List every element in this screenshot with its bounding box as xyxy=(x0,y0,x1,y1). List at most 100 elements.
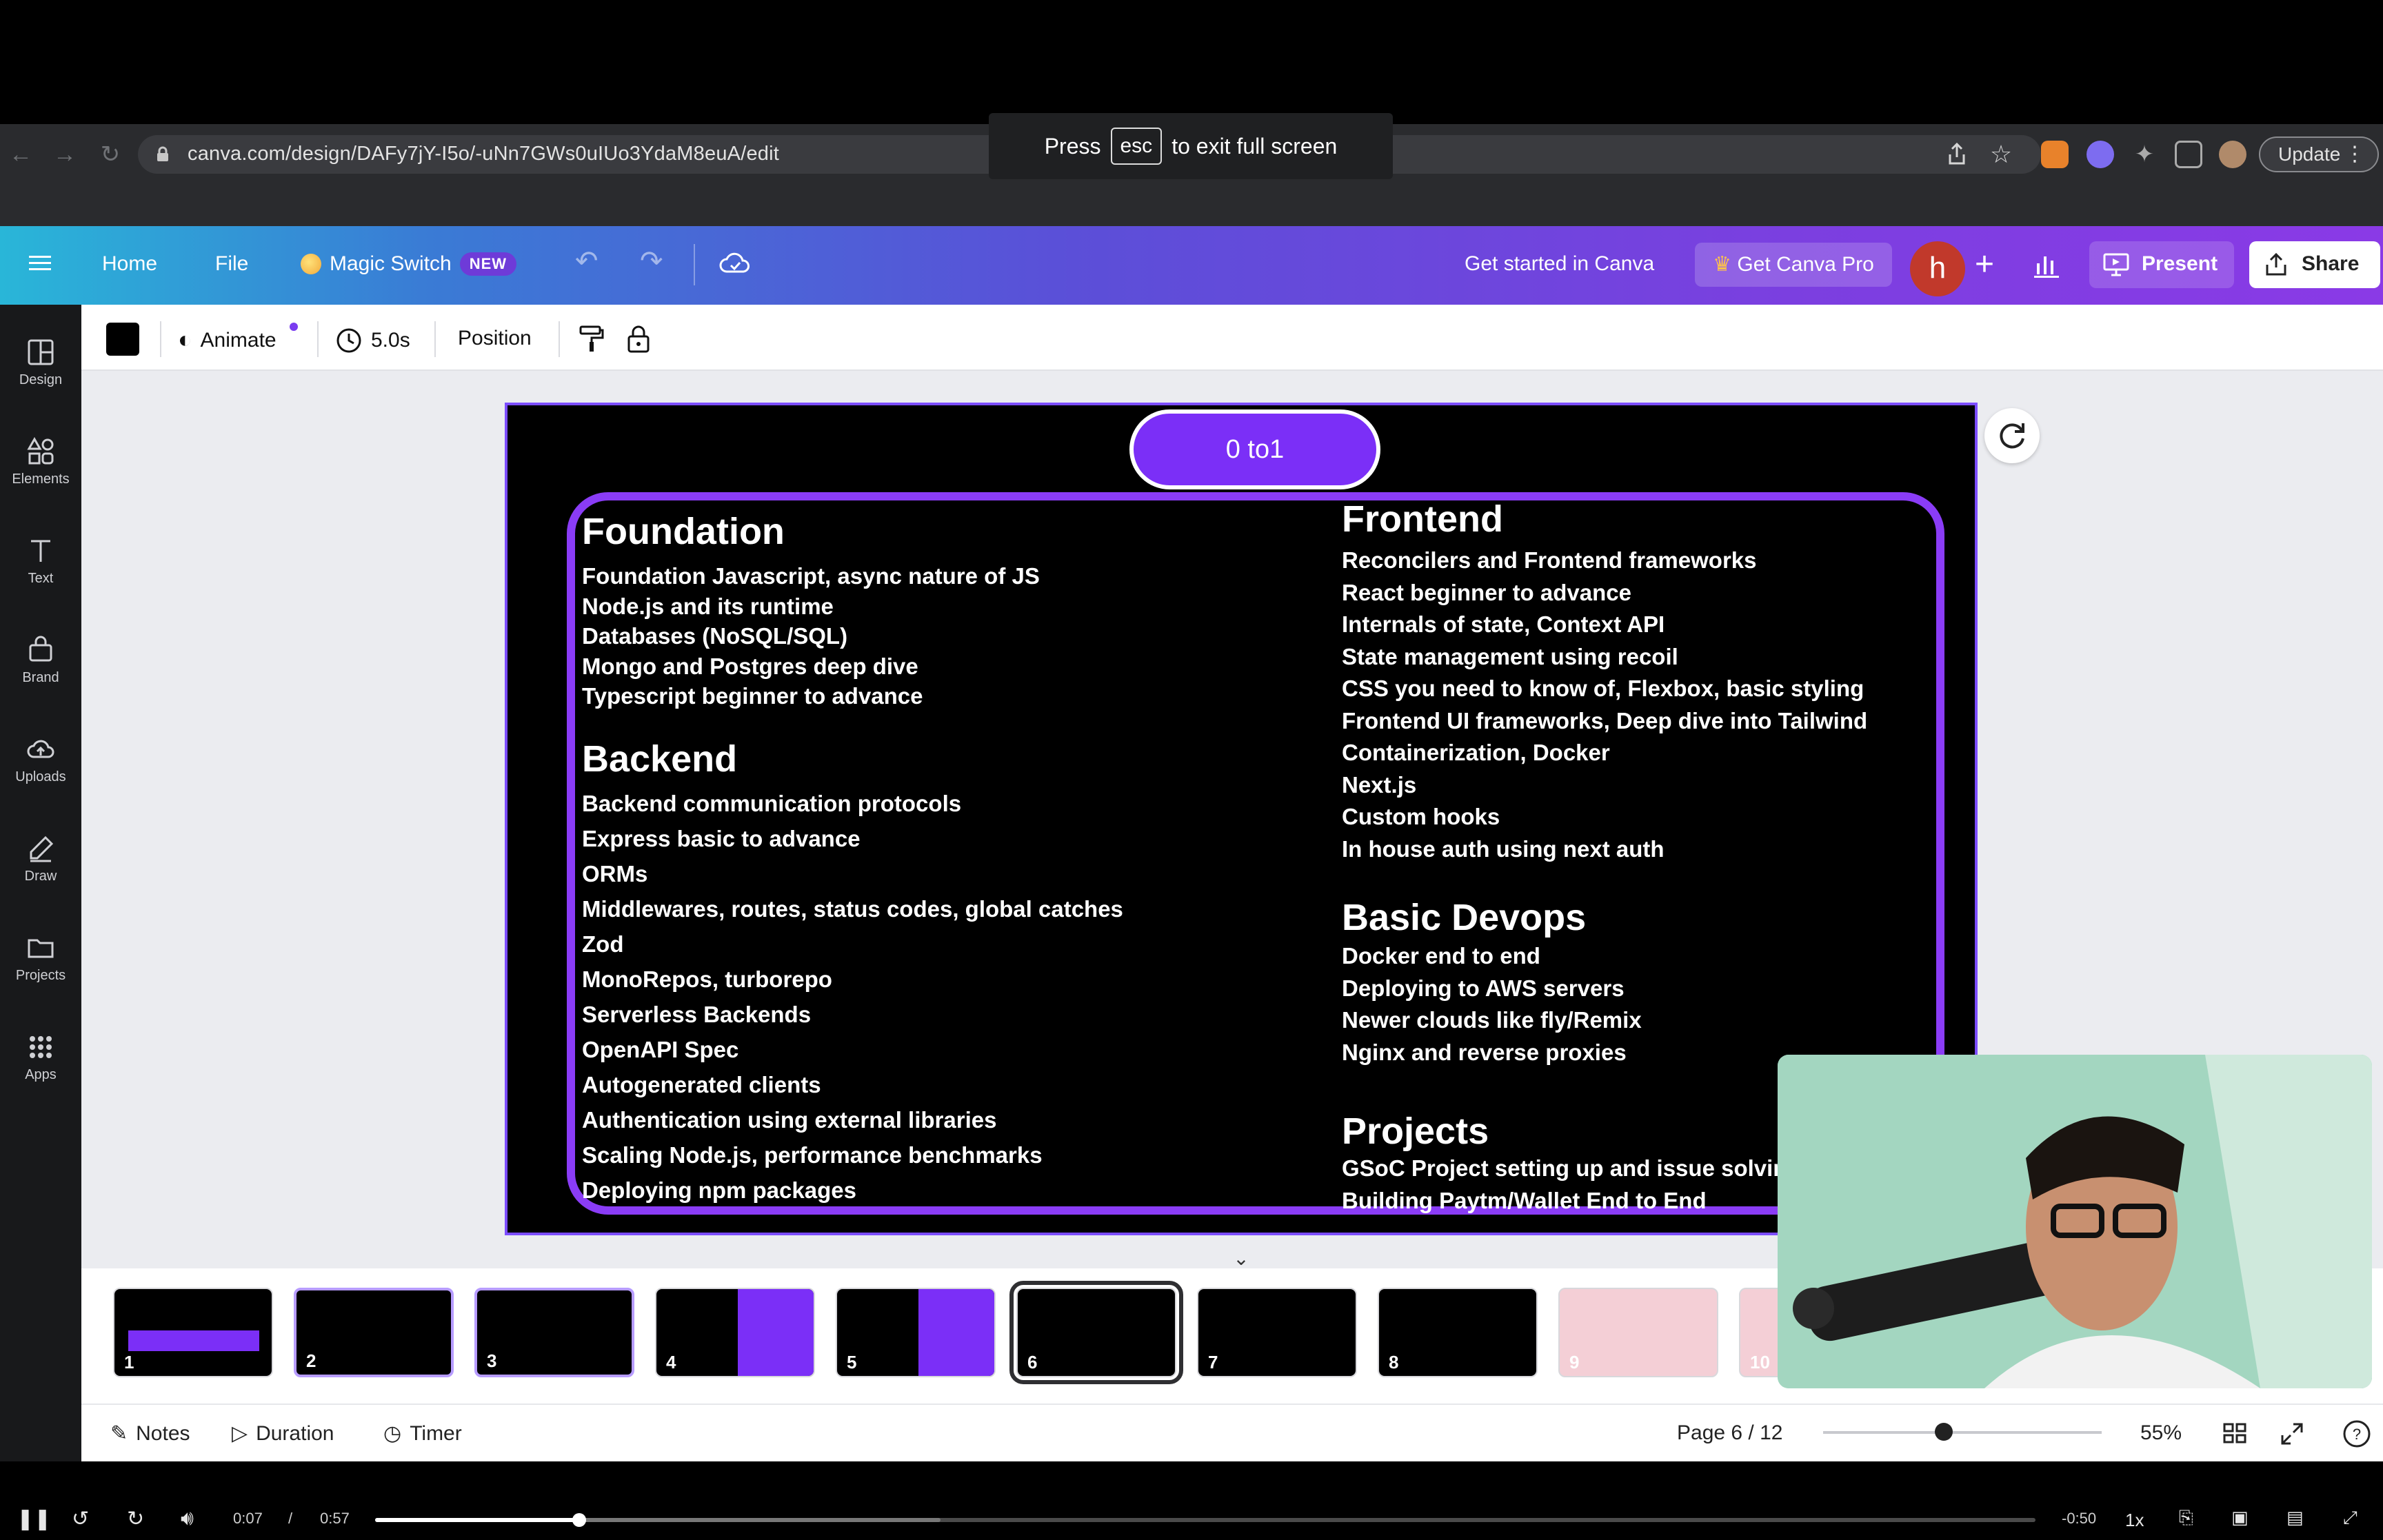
foundation-item: Mongo and Postgres deep dive xyxy=(582,653,918,679)
page-thumbnail[interactable]: 9 xyxy=(1558,1288,1718,1377)
metamask-extension-icon[interactable] xyxy=(2041,141,2069,168)
sidebar-item-uploads[interactable]: Uploads xyxy=(0,721,81,804)
file-menu[interactable]: File xyxy=(215,252,248,276)
rewind-icon[interactable]: ↺ xyxy=(72,1507,89,1531)
page-thumbnail[interactable]: 8 xyxy=(1378,1288,1538,1377)
sidebar-label: Text xyxy=(28,571,54,586)
page-thumbnail[interactable]: 1 xyxy=(113,1288,273,1377)
page-thumbnail[interactable]: 7 xyxy=(1197,1288,1357,1377)
undo-icon[interactable]: ↶ xyxy=(575,245,599,277)
seek-progress xyxy=(375,1518,580,1522)
thumbnail-number: 4 xyxy=(666,1352,676,1372)
playback-speed[interactable]: 1x xyxy=(2125,1510,2144,1531)
side-panel-icon[interactable] xyxy=(2175,141,2202,168)
backend-item: Deploying npm packages xyxy=(582,1177,856,1203)
notes-button[interactable]: ✎ Notes xyxy=(110,1421,190,1446)
zoom-slider-track[interactable] xyxy=(1823,1431,2102,1434)
more-menu-icon[interactable]: ⋮ xyxy=(2344,138,2365,171)
sidebar-item-elements[interactable]: Elements xyxy=(0,423,81,506)
backend-title: Backend xyxy=(582,738,738,780)
bookmark-star-icon[interactable]: ☆ xyxy=(1987,141,2015,168)
volume-icon[interactable]: 🔊︎ xyxy=(181,1507,194,1530)
animate-button[interactable]: ◐ Animate xyxy=(178,327,276,354)
page-thumbnail[interactable]: 2 xyxy=(294,1288,454,1377)
svg-text:?: ? xyxy=(2353,1426,2361,1443)
redo-icon[interactable]: ↷ xyxy=(640,245,663,277)
page-thumbnail[interactable]: 6 xyxy=(1009,1281,1183,1384)
rotate-arrow-icon xyxy=(2000,423,2024,449)
color-swatch[interactable] xyxy=(106,323,139,356)
get-canva-pro-button[interactable]: ♛ Get Canva Pro xyxy=(1695,243,1892,287)
duration-footer-button[interactable]: ▷ Duration xyxy=(232,1421,334,1446)
url-text[interactable]: canva.com/design/DAFy7jY-I5o/-uNn7GWs0uI… xyxy=(188,143,779,165)
present-button[interactable]: Present xyxy=(2089,241,2234,288)
grid-view-icon[interactable] xyxy=(2222,1420,2249,1448)
frontend-item: Internals of state, Context API xyxy=(1342,611,1665,637)
extension-icon[interactable] xyxy=(2087,141,2114,168)
fullscreen-notice: Press esc to exit full screen xyxy=(989,113,1393,179)
home-menu[interactable]: Home xyxy=(102,252,157,276)
plus-icon[interactable]: + xyxy=(1969,243,2000,287)
hamburger-menu-icon[interactable] xyxy=(28,251,52,276)
position-button[interactable]: Position xyxy=(458,327,532,350)
pause-icon[interactable]: ❚❚ xyxy=(17,1507,51,1531)
share-page-icon[interactable] xyxy=(1943,141,1971,168)
help-icon[interactable]: ? xyxy=(2342,1419,2372,1449)
reload-icon[interactable]: ↻ xyxy=(94,138,127,171)
get-started-link[interactable]: Get started in Canva xyxy=(1465,252,1654,276)
devops-item: Docker end to end xyxy=(1342,943,1540,969)
puzzle-extensions-icon[interactable]: ✦ xyxy=(2131,141,2158,168)
update-button[interactable]: Update ⋮ xyxy=(2259,136,2379,172)
canva-pro-label: Get Canva Pro xyxy=(1737,253,1874,276)
captions-icon[interactable]: ⎘ xyxy=(2179,1507,2193,1529)
profile-avatar-icon[interactable] xyxy=(2219,141,2246,168)
foundation-title: Foundation xyxy=(582,511,785,552)
zoom-level[interactable]: 55% xyxy=(2140,1421,2182,1445)
hd-icon[interactable]: ▤ xyxy=(2286,1507,2304,1528)
slide-title-pill[interactable]: 0 to1 xyxy=(1129,409,1380,489)
forward-icon[interactable]: → xyxy=(48,138,81,171)
sidebar-label: Brand xyxy=(22,670,59,685)
timer-button[interactable]: ◷ Timer xyxy=(383,1421,462,1446)
frontend-item: React beginner to advance xyxy=(1342,579,1631,605)
page-thumbnail[interactable]: 5 xyxy=(836,1288,996,1377)
sidebar-item-projects[interactable]: Projects xyxy=(0,920,81,1002)
element-toolbar xyxy=(81,305,2383,371)
frontend-item: State management using recoil xyxy=(1342,643,1678,669)
cloud-saved-icon[interactable] xyxy=(718,250,752,277)
back-icon[interactable]: ← xyxy=(4,138,37,171)
toolbar-divider xyxy=(559,321,560,357)
frontend-list: Reconcilers and Frontend frameworks React… xyxy=(1342,545,1867,865)
sidebar-item-brand[interactable]: Brand xyxy=(0,622,81,705)
chevron-down-icon[interactable]: ⌄ xyxy=(1186,1246,1296,1271)
duration-button[interactable]: 5.0s xyxy=(335,327,410,354)
zoom-slider-handle[interactable] xyxy=(1935,1423,1953,1441)
backend-item: ORMs xyxy=(582,861,648,886)
sidebar-item-draw[interactable]: Draw xyxy=(0,820,81,903)
picture-in-picture-icon[interactable]: ▣ xyxy=(2231,1507,2249,1528)
sidebar-item-text[interactable]: Text xyxy=(0,523,81,605)
refresh-icon[interactable] xyxy=(1984,408,2040,463)
grid-icon xyxy=(30,1036,52,1058)
sidebar-label: Projects xyxy=(15,968,66,983)
paint-roller-icon[interactable] xyxy=(578,324,605,354)
backend-item: Autogenerated clients xyxy=(582,1072,821,1097)
page-thumbnail[interactable]: 4 xyxy=(655,1288,815,1377)
fast-forward-icon[interactable]: ↻ xyxy=(127,1507,144,1531)
lock-element-icon[interactable] xyxy=(625,324,652,354)
thumbnail-number: 5 xyxy=(847,1352,857,1372)
share-button[interactable]: Share xyxy=(2249,241,2380,288)
page-indicator[interactable]: Page 6 / 12 xyxy=(1677,1421,1782,1445)
magic-switch-button[interactable]: Magic Switch NEW xyxy=(301,252,517,276)
webcam-overlay xyxy=(1778,1055,2372,1388)
folder-icon xyxy=(28,939,54,958)
page-thumbnail[interactable]: 3 xyxy=(474,1288,634,1377)
expand-icon[interactable] xyxy=(2278,1420,2306,1448)
insights-chart-icon[interactable] xyxy=(2031,248,2064,281)
sidebar-item-apps[interactable]: Apps xyxy=(0,1019,81,1102)
sidebar-item-design[interactable]: Design xyxy=(0,324,81,407)
fullscreen-icon[interactable]: ⤢ xyxy=(2343,1507,2357,1529)
user-avatar[interactable]: h xyxy=(1910,241,1965,296)
projects-title: Projects xyxy=(1342,1111,1489,1152)
new-badge: NEW xyxy=(459,252,517,276)
